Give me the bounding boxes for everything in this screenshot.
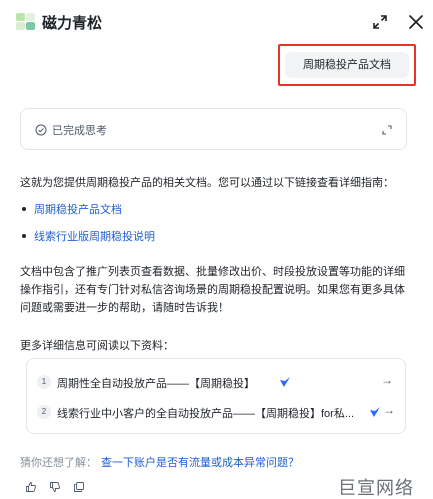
thumbs-down-icon[interactable] [49, 481, 61, 493]
doc-link-label[interactable]: 周期稳投产品文档 [34, 204, 122, 216]
suggestion-label: 猜你还想了解： [20, 457, 97, 469]
watermark: 巨宣网络 [338, 478, 414, 498]
chat-header: 磁力青松 [0, 0, 433, 44]
suggestion-row: 猜你还想了解： 查一下账户是否有流量或成本异常问题？ [20, 454, 299, 470]
bullet-dot [22, 234, 26, 239]
app-logo [16, 13, 36, 31]
reference-number: 2 [37, 405, 51, 419]
expand-arrows-icon [373, 15, 387, 29]
doc-link-periodic[interactable]: 周期稳投产品文档 [22, 201, 122, 217]
arrow-right-icon[interactable]: → [381, 373, 393, 387]
thinking-panel[interactable]: 已完成思考 [20, 108, 407, 150]
reference-list: 1 周期性全自动投放产品——【周期稳投】 → 2 线索行业中小客户的全自动投放产… [26, 358, 406, 434]
verified-icon [280, 377, 290, 387]
answer-intro: 这就为您提供周期稳投产品的相关文档。您可以通过以下链接查看详细指南： [20, 177, 394, 189]
more-info-title: 更多详细信息可阅读以下资料： [20, 340, 174, 352]
doc-link-leads[interactable]: 线索行业版周期稳投说明 [22, 228, 155, 244]
reference-title[interactable]: 线索行业中小客户的全自动投放产品——【周期稳投】for私... [57, 405, 367, 421]
app-title: 磁力青松 [42, 15, 103, 32]
expand-icon[interactable] [381, 124, 393, 136]
bullet-dot [22, 207, 26, 212]
answer-body: 文档中包含了推广列表页查看数据、批量修改出价、时段投放设置等功能的详细操作指引，… [20, 266, 405, 314]
reference-number: 1 [37, 375, 51, 389]
expand-button[interactable] [370, 12, 390, 32]
arrow-right-icon[interactable]: → [383, 403, 395, 417]
doc-link-label[interactable]: 线索行业版周期稳投说明 [34, 231, 155, 243]
thinking-status-label: 已完成思考 [52, 125, 107, 137]
reference-item[interactable]: 2 线索行业中小客户的全自动投放产品——【周期稳投】for私... → [37, 401, 397, 423]
thumbs-up-icon[interactable] [25, 481, 37, 493]
user-message-highlight: 周期稳投产品文档 [278, 44, 416, 86]
verified-icon [370, 407, 380, 417]
suggestion-link[interactable]: 查一下账户是否有流量或成本异常问题？ [101, 457, 299, 469]
user-message-bubble: 周期稳投产品文档 [285, 52, 409, 78]
copy-icon[interactable] [73, 481, 85, 493]
close-icon [409, 15, 423, 29]
close-button[interactable] [405, 11, 427, 33]
reference-item[interactable]: 1 周期性全自动投放产品——【周期稳投】 → [37, 371, 397, 393]
reference-title[interactable]: 周期性全自动投放产品——【周期稳投】 [57, 375, 277, 391]
check-circle-icon [35, 124, 47, 136]
